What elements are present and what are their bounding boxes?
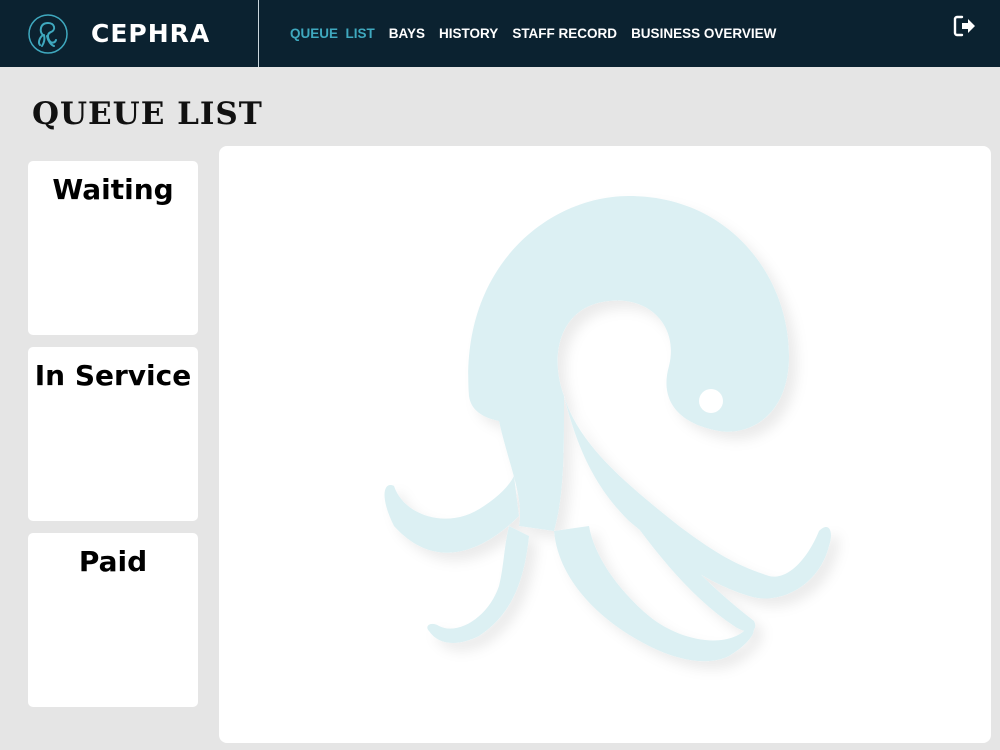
queue-display-panel <box>219 146 991 743</box>
waiting-card[interactable]: Waiting <box>28 161 198 335</box>
nav-business-overview[interactable]: BUSINESS OVERVIEW <box>631 26 776 41</box>
brand: CEPHRA <box>0 0 259 67</box>
nav-bays[interactable]: BAYS <box>389 26 425 41</box>
waiting-card-title: Waiting <box>52 173 174 206</box>
in-service-card[interactable]: In Service <box>28 347 198 521</box>
paid-card-title: Paid <box>78 545 148 578</box>
nav-queue-list[interactable]: QUEUE LIST <box>290 26 375 41</box>
main-nav: QUEUE LIST BAYS HISTORY STAFF RECORD BUS… <box>290 0 790 67</box>
page-title: QUEUE LIST <box>32 96 263 132</box>
octopus-logo-icon <box>28 14 68 54</box>
brand-name: CEPHRA <box>91 19 211 48</box>
nav-history[interactable]: HISTORY <box>439 26 498 41</box>
paid-card[interactable]: Paid <box>28 533 198 707</box>
sign-out-icon[interactable] <box>953 14 977 38</box>
top-navbar: CEPHRA QUEUE LIST BAYS HISTORY STAFF REC… <box>0 0 1000 67</box>
nav-staff-record[interactable]: STAFF RECORD <box>512 26 617 41</box>
octopus-watermark-icon <box>384 196 831 662</box>
in-service-card-title: In Service <box>34 359 192 392</box>
